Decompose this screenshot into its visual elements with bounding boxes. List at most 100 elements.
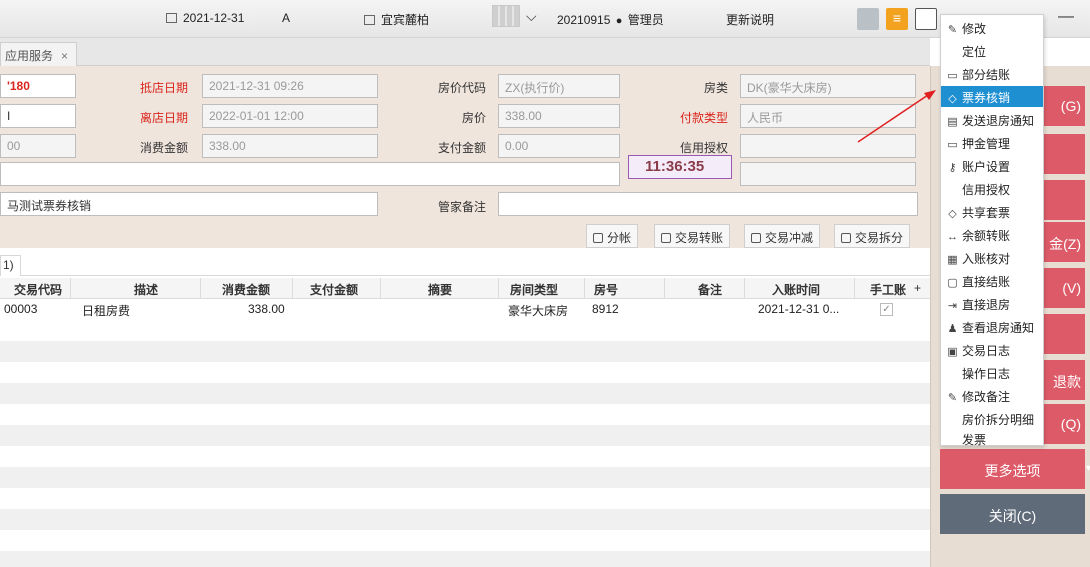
col-room-type[interactable]: 房间类型 [510,281,558,298]
menu-item-balance-transfer[interactable]: ↔ 余额转账 [941,224,1043,245]
col-consumption[interactable]: 消费金额 [222,281,270,298]
col-paid[interactable]: 支付金额 [310,281,358,298]
edit-icon: ✎ [947,24,958,36]
table-row-empty [0,425,930,446]
menu-item-edit-remark[interactable]: ✎ 修改备注 [941,385,1043,406]
menu-item-operation-log[interactable]: 操作日志 [941,362,1043,383]
split-trade-button[interactable]: 交易拆分 [834,224,911,248]
table-row-empty [0,467,930,488]
menu-item-deposit[interactable]: ▭ 押金管理 [941,132,1043,153]
menu-item-direct-checkout-room[interactable]: ⇥ 直接退房 [941,293,1043,314]
table-row-empty [0,362,930,383]
departure-date-field[interactable]: 2022-01-01 12:00 [202,104,378,128]
table-row-empty [0,551,930,567]
business-date[interactable]: 2021-12-31 [166,11,244,25]
column-settings-icon[interactable]: + [914,281,921,295]
credit-extra-field[interactable] [740,162,916,186]
apps-grid-icon[interactable] [492,5,520,27]
table-row-empty [0,446,930,467]
col-code[interactable]: 交易代码 [14,281,62,298]
close-button[interactable]: 关闭(C) [940,494,1085,534]
close-icon[interactable]: × [61,49,68,63]
chevron-down-icon[interactable]: ⌵ [526,8,537,25]
col-room-no[interactable]: 房号 [594,281,618,298]
menu-item-transaction-log[interactable]: ▣ 交易日志 [941,339,1043,360]
table-row-empty [0,509,930,530]
paid-field[interactable]: 0.00 [498,134,620,158]
rate-field[interactable]: 338.00 [498,104,620,128]
chat-icon[interactable] [915,8,937,30]
col-note[interactable]: 备注 [698,281,722,298]
menu-item-locate[interactable]: 定位 [941,40,1043,61]
user-icon: ♟ [947,323,958,335]
transfer-icon [661,233,671,243]
table-header: 交易代码 描述 消费金额 支付金额 摘要 房间类型 房号 备注 入账时间 手工账… [0,278,930,299]
guest-field[interactable]: I [0,104,76,128]
payment-type-field[interactable]: 人民币 [740,104,916,128]
chevron-down-icon: ▾ [1085,463,1090,474]
menu-item-credit-auth[interactable]: 信用授权 [941,178,1043,199]
wrench-icon: ⚷ [948,162,957,174]
release-notes-link[interactable]: 更新说明 [726,11,774,28]
room-type-field[interactable]: DK(豪华大床房) [740,74,916,98]
sub-tab-strip: 1) [0,252,930,276]
clock-display: 11:36:35 [628,155,732,179]
reverse-button[interactable]: 交易冲减 [744,224,821,248]
col-desc[interactable]: 描述 [134,281,158,298]
menu-item-edit[interactable]: ✎ 修改 [941,17,1043,38]
table-row[interactable]: 00003 日租房费 338.00 豪华大床房 8912 2021-12-31 … [0,299,930,320]
table-row-empty [0,530,930,551]
tag-icon[interactable] [857,8,879,30]
balance-field[interactable]: 00 [0,134,76,158]
address-field[interactable] [0,162,620,186]
checkout-icon: ▢ [947,277,958,289]
table-row-empty [0,404,930,425]
sub-tab[interactable]: 1) [0,255,21,276]
credit-auth-field[interactable] [740,134,916,158]
col-manual[interactable]: 手工账 [870,281,906,298]
hotel-name[interactable]: 宜宾麓柏 [364,11,429,28]
arrival-date-field[interactable]: 2021-12-31 09:26 [202,74,378,98]
butler-remark-label: 管家备注 [438,200,487,214]
transfer-button[interactable]: 交易转账 [654,224,731,248]
col-post-time[interactable]: 入账时间 [772,281,820,298]
edit-icon: ✎ [947,392,958,404]
room-number-field[interactable]: '180 [0,74,76,98]
rate-code-label: 房价代码 [438,81,487,95]
consumption-label: 消费金额 [140,141,189,155]
menu-item-posting-check[interactable]: ▦ 入账核对 [941,247,1043,268]
card-icon: ▭ [947,70,958,82]
menu-item-account-settings[interactable]: ⚷ 账户设置 [941,155,1043,176]
calendar-check-icon: ▦ [947,254,958,266]
menu-item-view-checkout-notice[interactable]: ♟ 查看退房通知 [941,316,1043,337]
consumption-field[interactable]: 338.00 [202,134,378,158]
rate-code-field[interactable]: ZX(执行价) [498,74,620,98]
top-bar: 2021-12-31 A 宜宾麓柏 ⌵ 20210915 ● 管理员 更新说明 … [0,0,1090,38]
menu-item-invoice[interactable]: 发票 [941,431,1043,447]
remark-field[interactable]: 马测试票券核销 [0,192,378,216]
message-icon: ▤ [947,116,958,128]
col-summary[interactable]: 摘要 [428,281,452,298]
split-trade-icon [841,233,851,243]
menu-icon[interactable]: ≡ [886,8,908,30]
tab-strip: 应用服务 × [0,38,930,66]
manual-checkbox[interactable]: ✓ [880,303,893,316]
table-row-empty [0,320,930,341]
menu-item-rate-split-detail[interactable]: 房价拆分明细 [941,408,1043,429]
credit-auth-label: 信用授权 [680,141,729,155]
menu-item-partial-checkout[interactable]: ▭ 部分结账 [941,63,1043,84]
departure-label: 离店日期 [140,111,189,125]
butler-remark-field[interactable] [498,192,918,216]
menu-item-shared-package[interactable]: ◇ 共享套票 [941,201,1043,222]
payment-type-label: 付款类型 [680,111,729,125]
menu-item-direct-checkout[interactable]: ▢ 直接结账 [941,270,1043,291]
split-account-button[interactable]: 分帐 [586,224,639,248]
menu-item-voucher-redeem[interactable]: ◇ 票券核销 [941,86,1043,107]
minimize-icon[interactable]: — [1058,8,1074,26]
user-info[interactable]: 20210915 ● 管理员 [557,11,664,28]
menu-item-send-checkout-notice[interactable]: ▤ 发送退房通知 [941,109,1043,130]
more-options-button[interactable]: 更多选项 ▾ [940,449,1090,489]
user-icon: ● [615,15,623,27]
tab-app-service[interactable]: 应用服务 × [0,42,78,66]
reverse-icon [751,233,761,243]
